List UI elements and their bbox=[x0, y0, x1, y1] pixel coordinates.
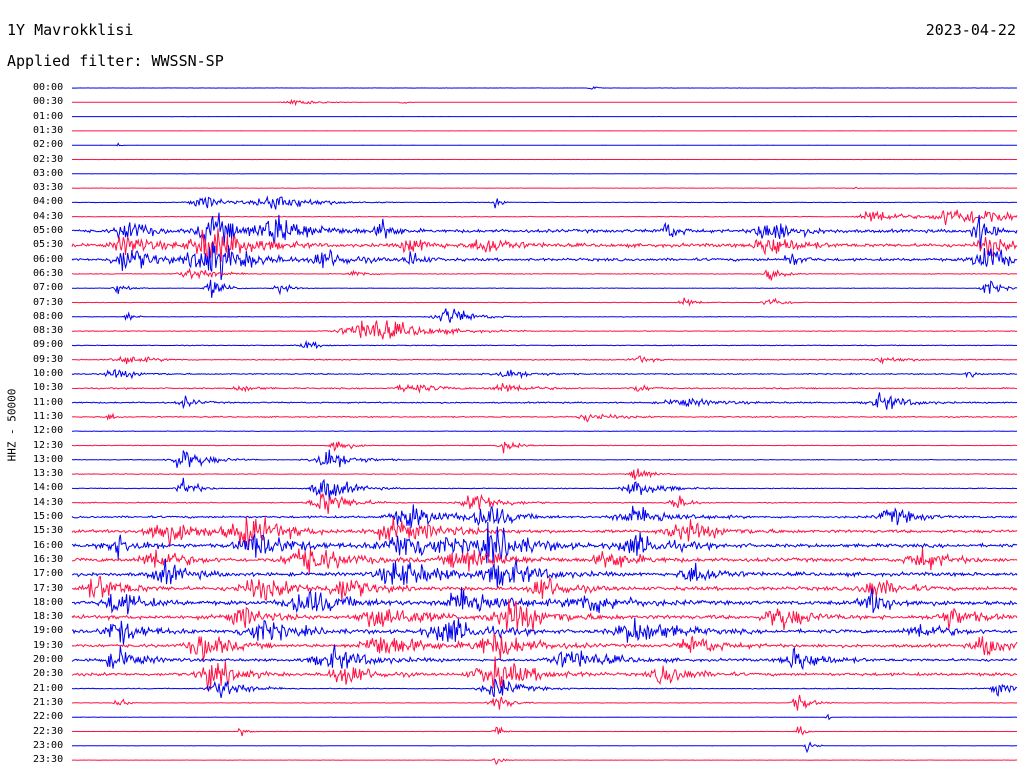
trace-2230 bbox=[71, 726, 1018, 737]
trace-0900 bbox=[71, 339, 1018, 350]
trace-0630 bbox=[71, 267, 1018, 281]
trace-1900 bbox=[71, 617, 1018, 645]
trace-1200 bbox=[72, 430, 1018, 433]
trace-1230 bbox=[71, 441, 1018, 454]
trace-2300 bbox=[71, 741, 1018, 754]
trace-0530 bbox=[71, 228, 1018, 262]
trace-1500 bbox=[71, 504, 1017, 528]
trace-1600 bbox=[71, 521, 1018, 564]
trace-0730 bbox=[71, 297, 1018, 307]
trace-1400 bbox=[71, 477, 1018, 501]
trace-2130 bbox=[71, 694, 1018, 711]
helicorder-plot bbox=[71, 86, 1018, 766]
trace-1000 bbox=[71, 368, 1018, 380]
trace-0930 bbox=[71, 355, 1018, 365]
trace-2200 bbox=[71, 713, 1017, 721]
trace-1930 bbox=[71, 632, 1018, 661]
trace-1330 bbox=[71, 468, 1018, 480]
trace-0400 bbox=[72, 195, 1018, 210]
trace-0700 bbox=[71, 279, 1018, 298]
trace-1300 bbox=[71, 449, 1018, 468]
trace-0330 bbox=[71, 186, 1018, 190]
trace-0030 bbox=[72, 98, 1018, 107]
trace-1100 bbox=[71, 392, 1018, 410]
trace-0830 bbox=[72, 320, 1018, 340]
trace-0000 bbox=[71, 86, 1017, 90]
trace-1130 bbox=[71, 412, 1017, 423]
trace-0200 bbox=[72, 142, 1017, 147]
trace-1030 bbox=[71, 383, 1017, 394]
trace-2100 bbox=[71, 678, 1018, 698]
trace-1730 bbox=[72, 575, 1018, 601]
trace-1530 bbox=[71, 516, 1018, 548]
trace-0800 bbox=[71, 308, 1018, 323]
trace-0430 bbox=[71, 209, 1018, 226]
trace-2330 bbox=[72, 757, 1017, 766]
trace-1430 bbox=[71, 493, 1018, 514]
